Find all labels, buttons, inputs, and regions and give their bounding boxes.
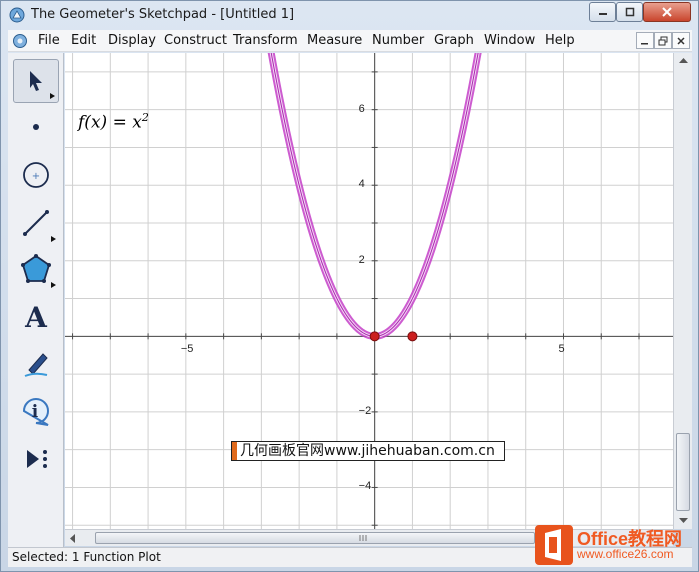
y-tick-label: 4 — [358, 178, 365, 191]
minimize-button[interactable] — [589, 2, 616, 22]
x-tick-label: −5 — [180, 343, 194, 356]
menu-construct[interactable]: Construct — [164, 33, 227, 48]
marker-icon — [24, 353, 48, 377]
text-tool[interactable]: A — [13, 295, 59, 339]
menu-transform[interactable]: Transform — [233, 33, 298, 48]
compass-tool[interactable]: + — [13, 153, 59, 197]
office-logo-url: www.office26.com — [577, 547, 674, 561]
sketch-canvas[interactable]: f(x) = x2 −5 5 6 4 2 −2 −4 几何画板官网www.jihehuaba… — [65, 53, 673, 529]
function-exponent: 2 — [141, 111, 149, 124]
menu-window[interactable]: Window — [484, 33, 535, 48]
function-variable: x — [90, 112, 101, 133]
point-icon — [33, 124, 39, 130]
doc-minimize-button[interactable] — [636, 32, 654, 49]
straightedge-icon — [23, 210, 49, 236]
info-icon: i — [22, 398, 49, 426]
x-tick-label: 5 — [558, 343, 565, 356]
svg-text:+: + — [32, 171, 40, 182]
menu-edit[interactable]: Edit — [71, 33, 96, 48]
information-tool[interactable]: i — [13, 389, 59, 433]
watermark-accent — [232, 442, 237, 460]
straightedge-tool[interactable] — [13, 201, 59, 245]
minimize-icon — [641, 42, 648, 44]
point-tool[interactable] — [13, 105, 59, 149]
horizontal-scroll-thumb[interactable] — [95, 532, 535, 544]
plot-point[interactable] — [369, 331, 380, 342]
menu-display[interactable]: Display — [108, 33, 156, 48]
function-name: f — [78, 112, 85, 133]
title-bar[interactable]: The Geometer's Sketchpad - [Untitled 1] — [1, 1, 698, 29]
menu-number[interactable]: Number — [372, 33, 424, 48]
compass-icon: + — [23, 162, 49, 188]
menu-measure[interactable]: Measure — [307, 33, 362, 48]
sketchpad-app-icon — [9, 7, 25, 23]
y-tick-label: 2 — [358, 253, 365, 266]
y-tick-label: 6 — [358, 102, 365, 115]
arrow-select-tool[interactable] — [13, 59, 59, 103]
tool-submenu-caret — [51, 236, 56, 242]
close-button[interactable] — [643, 2, 691, 22]
function-rhs-base: x — [132, 112, 142, 133]
scroll-up-icon[interactable] — [675, 55, 692, 67]
watermark-banner: 几何画板官网www.jihehuaban.com.cn — [231, 441, 505, 461]
menu-bar: File Edit Display Construct Transform Me… — [8, 30, 692, 52]
info-glyph: i — [32, 402, 39, 422]
document-icon[interactable] — [12, 33, 28, 49]
custom-tool[interactable] — [13, 437, 59, 481]
menu-graph[interactable]: Graph — [434, 33, 474, 48]
y-tick-label: −4 — [358, 480, 372, 493]
menu-file[interactable]: File — [38, 33, 60, 48]
tool-submenu-caret — [50, 93, 55, 99]
maximize-button[interactable] — [616, 2, 643, 22]
close-icon — [662, 7, 672, 17]
watermark-text: 几何画板官网www.jihehuaban.com.cn — [240, 443, 495, 459]
minimize-icon — [598, 13, 607, 15]
polygon-icon — [21, 254, 51, 283]
arrow-icon — [30, 71, 42, 91]
toolbox: + A i — [8, 53, 64, 547]
function-label[interactable]: f(x) = x2 — [78, 111, 149, 133]
doc-close-button[interactable] — [672, 32, 690, 49]
status-text: Selected: 1 Function Plot — [12, 550, 161, 564]
tool-submenu-caret — [51, 282, 56, 288]
close-icon — [677, 36, 685, 45]
grip-icon — [359, 535, 367, 541]
y-tick-label: −2 — [358, 404, 372, 417]
restore-icon — [658, 36, 668, 45]
vertical-scrollbar[interactable] — [673, 53, 692, 529]
scroll-left-icon[interactable] — [67, 531, 79, 546]
vertical-scroll-thumb[interactable] — [676, 433, 690, 511]
office-logo-icon — [535, 525, 573, 565]
plot-point[interactable] — [407, 331, 418, 342]
marker-tool[interactable] — [13, 341, 59, 385]
office-watermark-logo: Office教程网 www.office26.com — [535, 523, 695, 567]
menu-help[interactable]: Help — [545, 33, 575, 48]
text-A-icon: A — [25, 300, 47, 334]
custom-tools-icon — [27, 450, 47, 468]
maximize-icon — [625, 7, 634, 17]
doc-restore-button[interactable] — [654, 32, 672, 49]
window-title: The Geometer's Sketchpad - [Untitled 1] — [31, 7, 295, 22]
polygon-tool[interactable] — [13, 247, 59, 291]
app-window: The Geometer's Sketchpad - [Untitled 1] … — [0, 0, 699, 572]
